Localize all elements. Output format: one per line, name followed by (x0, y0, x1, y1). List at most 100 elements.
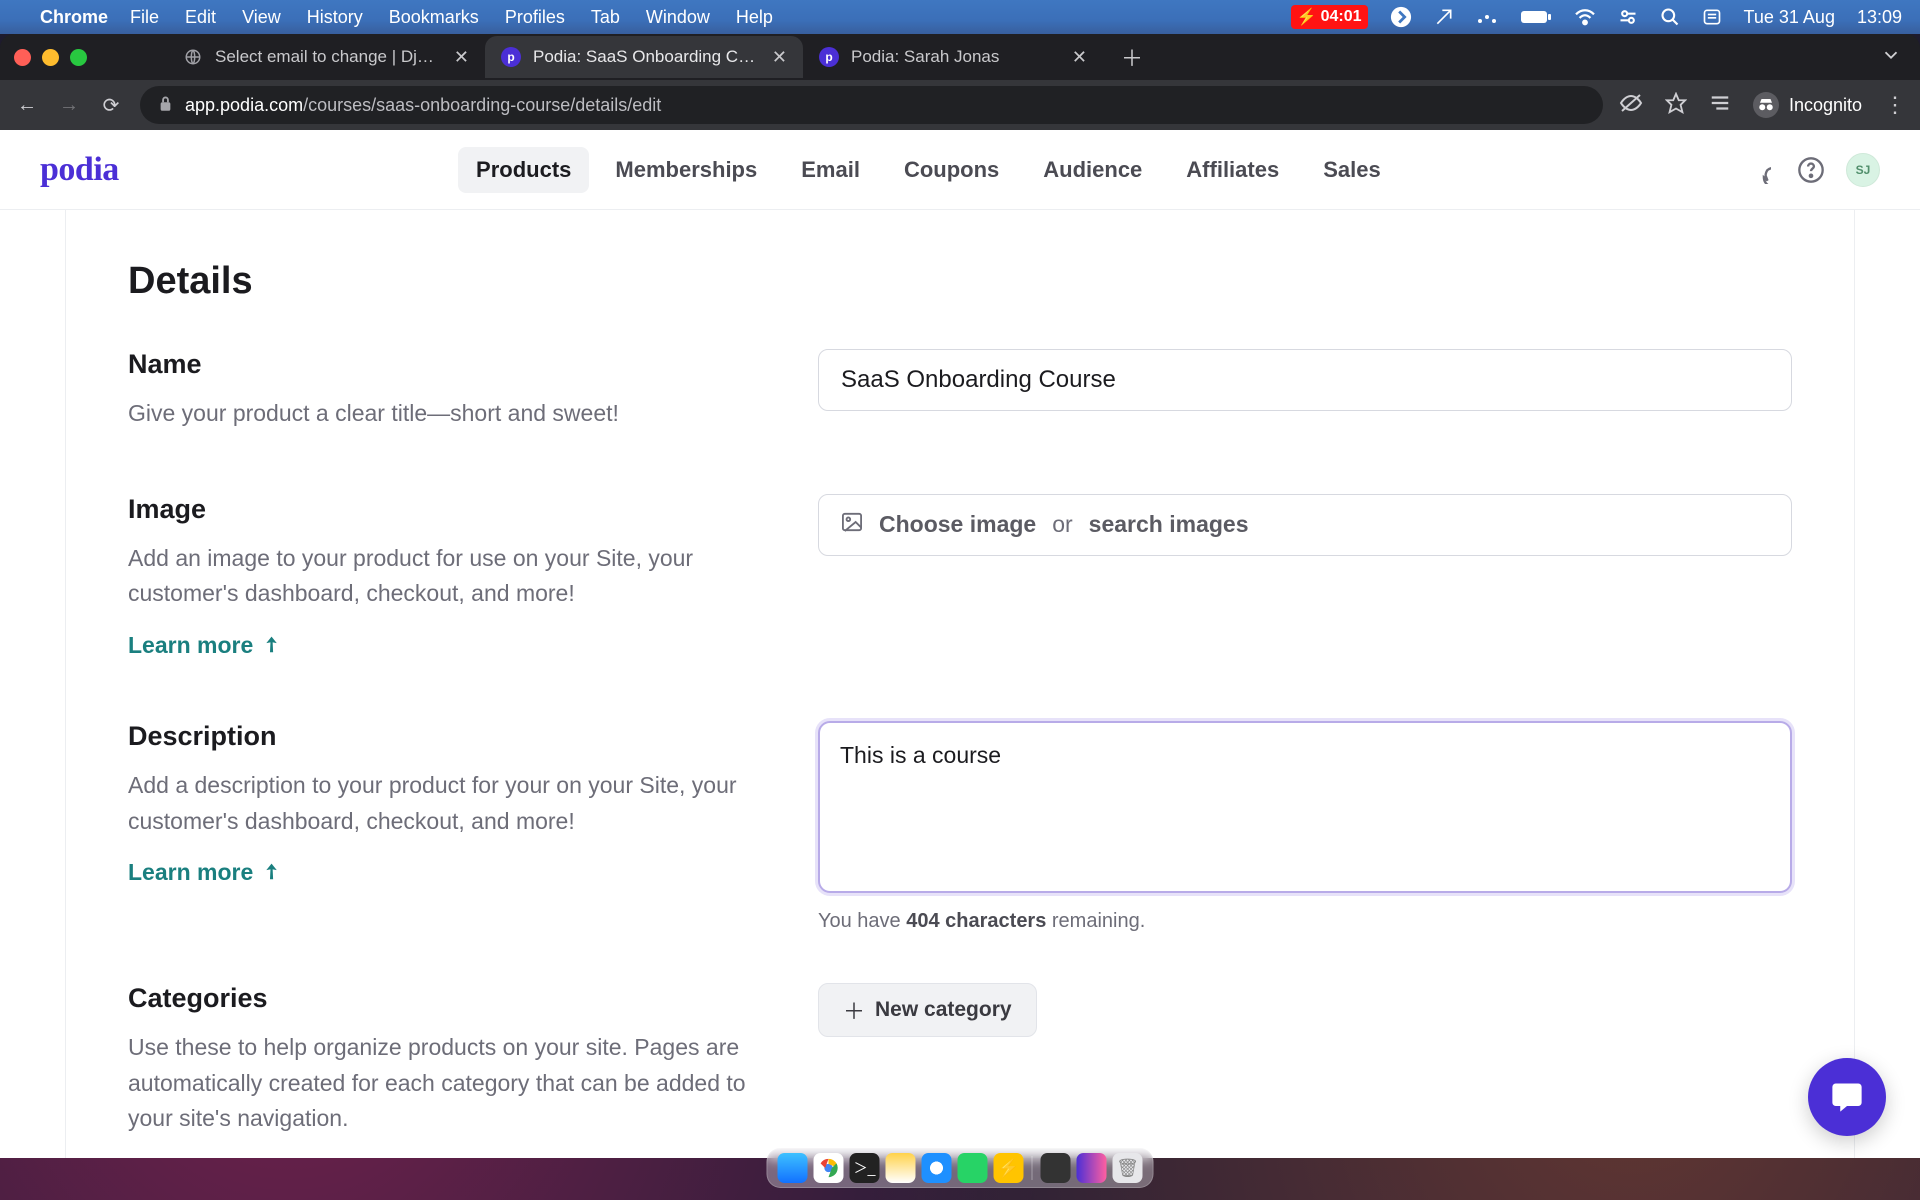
plus-icon: ＋ (843, 994, 865, 1026)
podia-header: podia Products Memberships Email Coupons… (0, 130, 1920, 210)
dock-terminal-icon[interactable]: ＞_ (850, 1153, 880, 1183)
menu-bookmarks[interactable]: Bookmarks (389, 7, 479, 28)
nav-affiliates[interactable]: Affiliates (1168, 147, 1297, 193)
intercom-icon (1829, 1079, 1865, 1115)
avatar[interactable]: SJ (1846, 153, 1880, 187)
product-name-input[interactable] (818, 349, 1792, 411)
new-tab-button[interactable]: ＋ (1117, 41, 1147, 73)
podia-nav: Products Memberships Email Coupons Audie… (458, 147, 1399, 193)
image-picker-button[interactable]: Choose image or search images (818, 494, 1792, 556)
char-count: You have 404 characters remaining. (818, 910, 1792, 933)
tab-podia-course[interactable]: p Podia: SaaS Onboarding Course ✕ (485, 36, 803, 78)
dock-folder-icon[interactable] (1041, 1153, 1071, 1183)
back-button[interactable]: ← (14, 94, 40, 117)
notification-center-icon[interactable] (1702, 8, 1722, 26)
page-viewport: podia Products Memberships Email Coupons… (0, 130, 1920, 1158)
tab-close-button[interactable]: ✕ (1072, 47, 1087, 68)
bookmark-star-icon[interactable] (1665, 92, 1687, 119)
podia-favicon-icon: p (501, 47, 521, 67)
image-learn-more-link[interactable]: Learn more ➚ (128, 632, 778, 659)
tab-title: Podia: Sarah Jonas (851, 47, 1060, 67)
window-fullscreen-button[interactable] (70, 49, 87, 66)
incognito-indicator[interactable]: Incognito (1753, 92, 1862, 118)
chrome-menu-button[interactable]: ⋮ (1884, 92, 1906, 118)
description-textarea[interactable] (818, 721, 1792, 893)
menu-edit[interactable]: Edit (185, 7, 216, 28)
menubar-date[interactable]: Tue 31 Aug (1744, 7, 1835, 28)
incognito-label: Incognito (1789, 95, 1862, 116)
eye-off-icon[interactable] (1619, 93, 1643, 118)
dock-folder-icon[interactable] (1077, 1153, 1107, 1183)
status-icon[interactable] (1390, 6, 1412, 28)
window-minimize-button[interactable] (42, 49, 59, 66)
menu-history[interactable]: History (307, 7, 363, 28)
menu-view[interactable]: View (242, 7, 281, 28)
menu-tab[interactable]: Tab (591, 7, 620, 28)
help-icon[interactable] (1792, 151, 1830, 189)
tab-title: Select email to change | Django (215, 47, 442, 67)
image-section: Image Add an image to your product for u… (128, 494, 1792, 659)
address-bar[interactable]: app.podia.com/courses/saas-onboarding-co… (140, 86, 1603, 124)
dots-icon[interactable] (1476, 9, 1498, 25)
reading-list-icon[interactable] (1709, 93, 1731, 118)
description-section: Description Add a description to your pr… (128, 721, 1792, 933)
dock-finder-icon[interactable] (778, 1153, 808, 1183)
categories-label: Categories (128, 983, 778, 1014)
nav-products[interactable]: Products (458, 147, 589, 193)
menubar-time[interactable]: 13:09 (1857, 7, 1902, 28)
battery-warning-icon[interactable]: ⚡04:01 (1291, 5, 1368, 29)
tool-icon[interactable] (1434, 7, 1454, 27)
chrome-toolbar: ← → ⟳ app.podia.com/courses/saas-onboard… (0, 80, 1920, 130)
description-desc: Add a description to your product for yo… (128, 768, 778, 839)
nav-sales[interactable]: Sales (1305, 147, 1399, 193)
header-actions: SJ (1738, 151, 1880, 189)
dock-notes-icon[interactable] (886, 1153, 916, 1183)
menu-help[interactable]: Help (736, 7, 773, 28)
description-label: Description (128, 721, 778, 752)
app-menu[interactable]: Chrome (40, 7, 108, 28)
podia-favicon-icon: p (819, 47, 839, 67)
tab-close-button[interactable]: ✕ (454, 47, 469, 68)
menu-profiles[interactable]: Profiles (505, 7, 565, 28)
podia-logo[interactable]: podia (40, 151, 119, 189)
nav-email[interactable]: Email (783, 147, 878, 193)
dock-trash-icon[interactable]: 🗑 (1113, 1153, 1143, 1183)
window-close-button[interactable] (14, 49, 31, 66)
external-link-icon: ➚ (257, 857, 287, 887)
nav-memberships[interactable]: Memberships (597, 147, 775, 193)
image-desc: Add an image to your product for use on … (128, 541, 778, 612)
intercom-launcher[interactable] (1808, 1058, 1886, 1136)
page-title: Details (128, 260, 1792, 303)
tab-django[interactable]: Select email to change | Django ✕ (167, 36, 485, 78)
description-learn-more-link[interactable]: Learn more ➚ (128, 859, 778, 886)
tab-podia-sarah[interactable]: p Podia: Sarah Jonas ✕ (803, 36, 1103, 78)
messages-icon[interactable] (1738, 151, 1776, 189)
globe-icon (183, 47, 203, 67)
name-desc: Give your product a clear title—short an… (128, 396, 778, 432)
dock-messages-icon[interactable] (958, 1153, 988, 1183)
tab-title: Podia: SaaS Onboarding Course (533, 47, 760, 67)
tab-close-button[interactable]: ✕ (772, 47, 787, 68)
details-card: Details Name Give your product a clear t… (65, 210, 1855, 1158)
nav-audience[interactable]: Audience (1025, 147, 1160, 193)
wifi-icon[interactable] (1574, 8, 1596, 26)
nav-coupons[interactable]: Coupons (886, 147, 1017, 193)
incognito-icon (1753, 92, 1779, 118)
chrome-window: Select email to change | Django ✕ p Podi… (0, 34, 1920, 1158)
new-category-button[interactable]: ＋ New category (818, 983, 1037, 1037)
dock-chrome-icon[interactable] (814, 1153, 844, 1183)
battery-icon[interactable] (1520, 9, 1552, 25)
spotlight-icon[interactable] (1660, 7, 1680, 27)
reload-button[interactable]: ⟳ (98, 93, 124, 118)
dock-safari-icon[interactable] (922, 1153, 952, 1183)
menu-window[interactable]: Window (646, 7, 710, 28)
lock-icon (158, 95, 173, 116)
forward-button[interactable]: → (56, 94, 82, 117)
window-controls (14, 49, 87, 66)
menu-file[interactable]: File (130, 7, 159, 28)
url-text: app.podia.com/courses/saas-onboarding-co… (185, 95, 661, 116)
dock-app-icon[interactable]: ⚡ (994, 1153, 1024, 1183)
tabstrip-overflow-icon[interactable] (1880, 44, 1902, 71)
mac-dock: ＞_ ⚡ 🗑 (767, 1148, 1154, 1194)
control-center-icon[interactable] (1618, 7, 1638, 27)
